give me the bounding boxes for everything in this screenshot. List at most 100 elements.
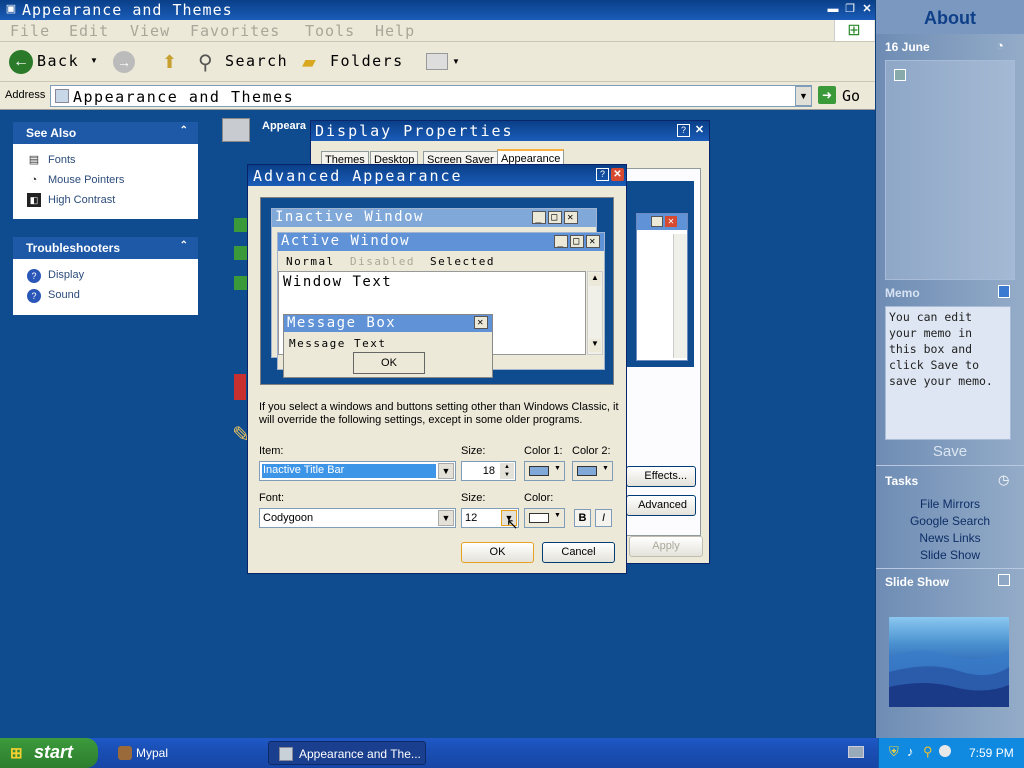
preview-menu-selected[interactable]: Selected — [430, 255, 495, 268]
search-icon[interactable]: ⚲ — [198, 50, 213, 75]
forward-arrow-icon[interactable]: → — [113, 51, 135, 73]
color2-button[interactable]: ▼ — [572, 461, 613, 481]
inactive-title-bar[interactable]: Inactive Window _ □ ✕ — [272, 209, 596, 227]
item-size-spinner[interactable]: 18 ▲ ▼ — [461, 461, 516, 481]
cancel-button[interactable]: Cancel — [542, 542, 615, 563]
go-arrow-icon[interactable]: ➜ — [818, 86, 836, 104]
help-icon[interactable]: ? — [677, 124, 690, 137]
italic-button[interactable]: I — [595, 509, 612, 527]
advanced-preview-area[interactable]: Inactive Window _ □ ✕ Active Window _ □ … — [260, 197, 614, 385]
task-arrow-icon[interactable] — [234, 218, 248, 232]
task-arrow-icon[interactable] — [234, 276, 248, 290]
troubleshooter-sound[interactable]: Sound — [48, 289, 80, 301]
collapse-icon[interactable]: ⌃ — [180, 125, 188, 136]
see-also-fonts[interactable]: Fonts — [48, 154, 76, 166]
troubleshooters-header[interactable]: Troubleshooters ⌃ — [13, 237, 198, 259]
address-input[interactable]: Appearance and Themes — [50, 85, 812, 107]
apply-button[interactable]: Apply — [629, 536, 703, 557]
see-also-mouse-pointers[interactable]: Mouse Pointers — [48, 174, 124, 186]
close-icon[interactable]: ✕ — [611, 168, 624, 181]
minimize-icon[interactable]: ▬ — [826, 3, 840, 16]
display-properties-title-bar[interactable]: Display Properties ? ✕ — [311, 121, 709, 141]
folders-icon[interactable]: ▰ — [302, 52, 316, 73]
slideshow-icon[interactable] — [998, 574, 1010, 586]
chevron-down-icon[interactable]: ▼ — [438, 510, 454, 526]
explorer-title-bar[interactable]: ▣ Appearance and Themes ▬ ❐ ✕ — [0, 0, 875, 20]
folders-button[interactable]: Folders — [330, 52, 404, 70]
back-button[interactable]: Back — [37, 52, 79, 70]
search-button[interactable]: Search — [225, 52, 288, 70]
close-icon[interactable]: ✕ — [693, 124, 706, 137]
advanced-button[interactable]: Advanced — [626, 495, 696, 516]
slideshow-image[interactable] — [889, 617, 1009, 707]
preview-message-box[interactable]: Message Box ✕ Message Text OK — [283, 314, 493, 378]
calendar-icon[interactable]: ◔ — [996, 38, 1004, 53]
spin-down-icon[interactable]: ▼ — [500, 471, 514, 479]
memo-save-button[interactable]: Save — [876, 443, 1024, 460]
network-icon[interactable] — [939, 745, 951, 757]
preview-scrollbar[interactable]: ▲ ▼ — [587, 271, 603, 355]
shield-icon[interactable]: ⛨ — [889, 744, 899, 760]
address-value: Appearance and Themes — [73, 88, 295, 106]
start-button[interactable]: ⊞ start — [0, 738, 98, 768]
bold-button[interactable]: B — [574, 509, 591, 527]
help-icon[interactable]: ? — [596, 168, 609, 181]
menu-edit[interactable]: Edit — [69, 22, 109, 40]
mouse-cursor-icon: ↖ — [506, 516, 519, 533]
color1-button[interactable]: ▼ — [524, 461, 565, 481]
maximize-icon — [651, 216, 663, 227]
sidebar-about-title[interactable]: About — [876, 0, 1024, 34]
menu-view[interactable]: View — [130, 22, 170, 40]
help-icon: ? — [27, 269, 41, 283]
message-box-ok-button[interactable]: OK — [353, 352, 425, 374]
tasks-settings-icon[interactable]: ◷ — [998, 472, 1009, 488]
troubleshooter-display[interactable]: Display — [48, 269, 84, 281]
go-button[interactable]: Go — [842, 87, 860, 105]
close-icon[interactable]: ✕ — [860, 3, 874, 16]
item-select[interactable]: Inactive Title Bar ▼ — [259, 461, 456, 481]
menu-help[interactable]: Help — [375, 22, 415, 40]
views-icon[interactable] — [426, 53, 448, 70]
help-icon: ? — [27, 289, 41, 303]
keyboard-icon[interactable] — [848, 746, 864, 758]
effects-button[interactable]: Effects... — [626, 466, 696, 487]
task-arrow-icon[interactable] — [234, 246, 248, 260]
font-color-button[interactable]: ▼ — [524, 508, 565, 528]
preview-menu-disabled[interactable]: Disabled — [350, 255, 415, 268]
up-folder-icon[interactable]: ⬆ — [162, 52, 177, 73]
font-select[interactable]: Codygoon ▼ — [259, 508, 456, 528]
see-also-high-contrast[interactable]: High Contrast — [48, 194, 115, 206]
address-dropdown-icon[interactable]: ▼ — [795, 86, 812, 106]
collapse-icon[interactable]: ⌃ — [180, 240, 188, 251]
see-also-header[interactable]: See Also ⌃ — [13, 122, 198, 144]
memo-icon[interactable] — [998, 285, 1010, 298]
advanced-appearance-title-bar[interactable]: Advanced Appearance ? ✕ — [248, 165, 626, 186]
high-contrast-icon: ◧ — [27, 193, 41, 207]
clock[interactable]: 7:59 PM — [969, 746, 1014, 760]
menu-favorites[interactable]: Favorites — [190, 22, 280, 40]
active-title-bar[interactable]: Active Window _ □ ✕ — [278, 233, 604, 251]
maximize-icon: □ — [570, 235, 584, 248]
control-panel-item-icon[interactable] — [234, 374, 246, 400]
preview-menu-normal[interactable]: Normal — [286, 255, 335, 268]
chevron-down-icon[interactable]: ▼ — [438, 463, 454, 479]
message-box-title: Message Box — [287, 315, 397, 331]
memo-textarea[interactable]: You can edit your memo in this box and c… — [885, 306, 1011, 440]
task-slide-show[interactable]: Slide Show — [876, 548, 1024, 562]
menu-tools[interactable]: Tools — [305, 22, 355, 40]
quick-launch-mypal[interactable]: Mypal — [108, 741, 258, 765]
restore-icon[interactable]: ❐ — [843, 3, 857, 16]
message-box-title-bar[interactable]: Message Box ✕ — [284, 315, 492, 332]
back-dropdown-icon[interactable]: ▼ — [90, 56, 98, 65]
task-google-search[interactable]: Google Search — [876, 514, 1024, 528]
speaker-icon[interactable]: ♪ — [907, 744, 914, 759]
spin-up-icon[interactable]: ▲ — [500, 463, 514, 471]
ok-button[interactable]: OK — [461, 542, 534, 563]
search-icon[interactable]: ⚲ — [923, 744, 933, 760]
views-dropdown-icon[interactable]: ▼ — [452, 57, 460, 66]
menu-file[interactable]: File — [10, 22, 50, 40]
task-file-mirrors[interactable]: File Mirrors — [876, 497, 1024, 511]
taskbar-task-appearance[interactable]: Appearance and The... — [268, 741, 426, 765]
task-news-links[interactable]: News Links — [876, 531, 1024, 545]
back-arrow-icon[interactable]: ← — [9, 50, 33, 74]
